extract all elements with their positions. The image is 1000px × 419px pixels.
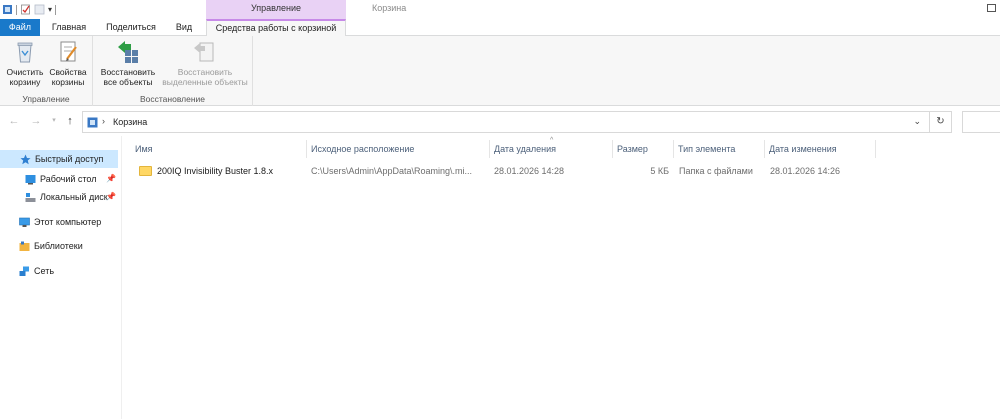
desktop-icon [25,174,36,184]
row-date-modified: 28.01.2026 14:26 [770,166,841,176]
navigation-bar: ← → ▾ ↑ › Корзина ⌄ ↻ [0,106,1000,136]
column-item-type[interactable]: Тип элемента [674,140,765,158]
column-size[interactable]: Размер [613,140,674,158]
row-item-type: Папка с файлами [679,166,753,176]
file-list-header: Имя Исходное расположение Дата удаления … [123,137,1000,158]
computer-icon [19,217,30,227]
address-bar[interactable]: › Корзина ⌄ ↻ [82,111,952,133]
title-bar: ▾ Управление Корзина [0,0,1000,19]
refresh-icon[interactable]: ↻ [929,112,951,132]
search-input[interactable] [962,111,1000,133]
tab-home[interactable]: Главная [48,19,90,36]
address-dropdown-chevron-icon[interactable]: ⌄ [913,116,921,127]
star-icon [20,154,31,164]
window-title: Корзина [372,3,407,13]
nav-item-desktop[interactable]: Рабочий стол 📌 [0,170,118,188]
nav-label-local-disk: Локальный диск [40,192,108,202]
breadcrumb-chevron-icon[interactable]: › [102,116,105,126]
restore-window-button[interactable] [987,4,996,12]
tab-file[interactable]: Файл [0,19,40,36]
ribbon-group-restore: Восстановить все объекты Восстановить вы… [93,36,253,106]
column-name[interactable]: Имя [131,140,307,158]
properties-icon[interactable] [20,4,31,15]
ribbon-group-manage: Очистить корзину Свойства корзины Управл… [0,36,93,106]
restore-all-label-2: все объекты [103,77,153,87]
empty-recycle-bin-button[interactable]: Очистить корзину [3,39,47,87]
up-arrow-icon[interactable]: ↑ [64,114,76,128]
nav-item-this-pc[interactable]: Этот компьютер [0,213,118,231]
network-icon [19,266,29,276]
ribbon-tabs: Файл Главная Поделиться Вид Средства раб… [0,19,1000,37]
column-original-location[interactable]: Исходное расположение [307,140,490,158]
navigation-pane: Быстрый доступ Рабочий стол 📌 Локальный … [0,136,122,419]
restore-selected-icon [194,42,214,62]
row-original-location: C:\Users\Admin\AppData\Roaming\.mi... [311,166,473,176]
nav-label-this-pc: Этот компьютер [34,217,102,227]
new-folder-icon[interactable] [34,4,45,15]
pin-icon[interactable]: 📌 [106,188,116,206]
context-tab-header: Управление [206,0,346,19]
restore-selected-label-1: Восстановить [177,67,233,77]
customize-toolbar-chevron-icon[interactable]: ▾ [48,4,52,15]
restore-selected-label-2: выделенные объекты [162,77,248,87]
toolbar-separator [55,4,57,15]
row-date-deleted: 28.01.2026 14:28 [494,166,565,176]
tab-recycle-bin-tools[interactable]: Средства работы с корзиной [206,19,346,37]
restore-group-label: Восстановление [139,94,206,104]
recycle-bin-address-icon [87,117,98,128]
restore-all-label-1: Восстановить [100,67,156,77]
local-disk-icon [25,192,36,202]
folder-icon [139,166,152,176]
recycle-bin-properties-button[interactable]: Свойства корзины [47,39,89,87]
pin-icon[interactable]: 📌 [106,170,116,188]
ribbon: Очистить корзину Свойства корзины Управл… [0,36,1000,106]
row-name-cell[interactable]: 200IQ Invisibility Buster 1.8.x [139,162,307,180]
row-size: 5 КБ [650,166,669,176]
toolbar-separator [16,4,17,15]
nav-label-quick-access: Быстрый доступ [35,154,104,164]
nav-item-network[interactable]: Сеть [0,262,118,280]
nav-label-libraries: Библиотеки [34,241,83,251]
recycle-bin-small-icon[interactable] [2,4,13,15]
bin-properties-label-1: Свойства [49,67,87,77]
recent-locations-chevron-icon[interactable]: ▾ [48,114,60,128]
libraries-icon [19,241,30,251]
restore-selected-items-button[interactable]: Восстановить выделенные объекты [159,39,251,87]
column-date-modified[interactable]: Дата изменения [765,140,876,158]
sort-ascending-icon: ^ [550,137,554,144]
quick-access-toolbar: ▾ [2,2,57,17]
tab-share[interactable]: Поделиться [102,19,160,36]
back-arrow-icon[interactable]: ← [8,114,20,128]
empty-bin-label-1: Очистить [6,67,44,77]
nav-item-libraries[interactable]: Библиотеки [0,237,118,255]
row-name: 200IQ Invisibility Buster 1.8.x [157,166,274,176]
breadcrumb-recycle-bin[interactable]: Корзина [113,117,147,127]
bin-properties-icon [60,41,77,62]
restore-all-items-button[interactable]: Восстановить все объекты [97,39,159,87]
nav-label-network: Сеть [34,266,55,276]
empty-bin-icon [17,42,33,63]
manage-group-label: Управление [22,94,70,104]
nav-item-local-disk[interactable]: Локальный диск 📌 [0,188,118,206]
empty-bin-label-2: корзину [9,77,41,87]
forward-arrow-icon[interactable]: → [30,114,42,128]
tab-view[interactable]: Вид [170,19,198,36]
column-date-deleted-label: Дата удаления [494,144,557,154]
bin-properties-label-2: корзины [51,77,85,87]
nav-item-quick-access[interactable]: Быстрый доступ [0,150,118,168]
nav-label-desktop: Рабочий стол [40,174,97,184]
table-row[interactable]: 200IQ Invisibility Buster 1.8.x C:\Users… [123,162,1000,180]
restore-all-icon [118,41,138,63]
